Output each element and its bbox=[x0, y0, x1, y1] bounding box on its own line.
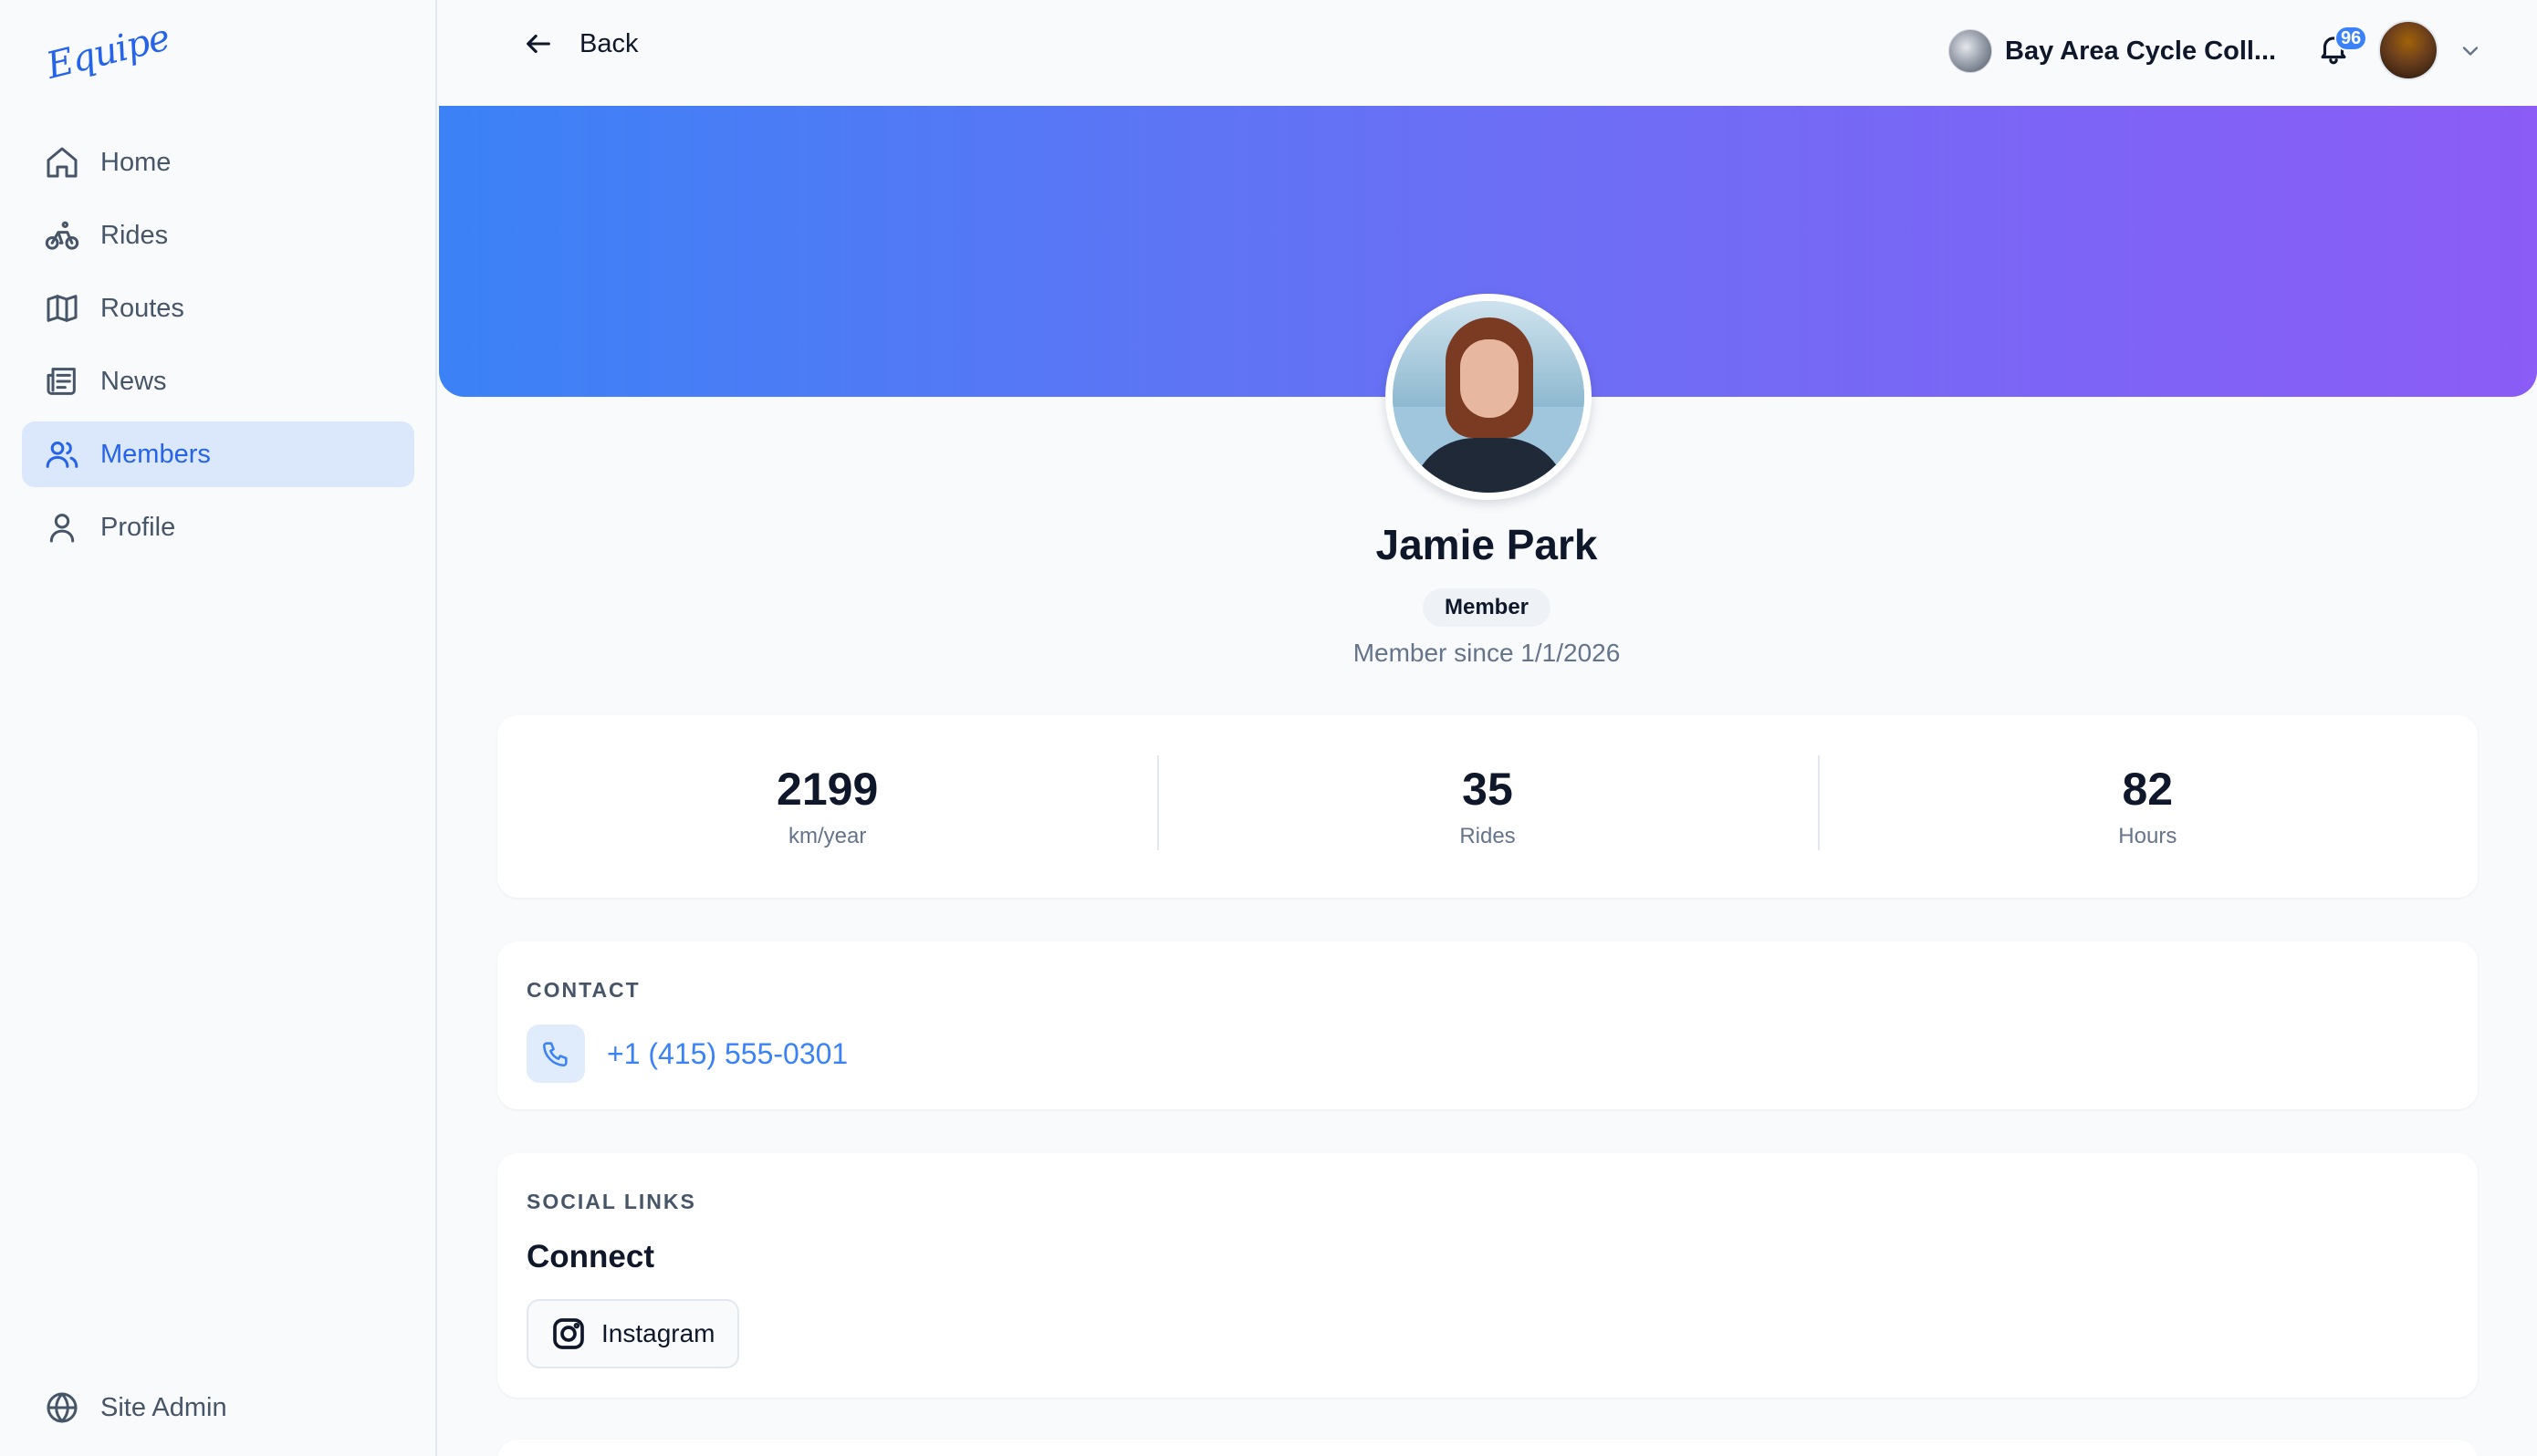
app-logo[interactable]: Equipe bbox=[42, 16, 173, 88]
stat-value: 2199 bbox=[777, 763, 879, 815]
back-label: Back bbox=[579, 28, 639, 58]
map-icon bbox=[44, 290, 80, 327]
sidebar-item-members[interactable]: Members bbox=[22, 421, 414, 487]
sidebar-item-label: Profile bbox=[100, 512, 176, 542]
users-icon bbox=[44, 436, 80, 473]
stat-label: Rides bbox=[1459, 823, 1516, 848]
sidebar-item-news[interactable]: News bbox=[22, 348, 414, 414]
home-icon bbox=[44, 144, 80, 181]
social-section-title: SOCIAL LINKS bbox=[527, 1190, 696, 1213]
user-icon bbox=[44, 509, 80, 546]
sidebar-item-home[interactable]: Home bbox=[22, 130, 414, 195]
sidebar-item-label: Home bbox=[100, 147, 172, 177]
back-button[interactable]: Back bbox=[523, 22, 638, 66]
user-menu-toggle[interactable] bbox=[2458, 38, 2483, 64]
connect-heading: Connect bbox=[527, 1239, 654, 1274]
newspaper-icon bbox=[44, 363, 80, 400]
user-avatar[interactable] bbox=[2378, 20, 2438, 80]
instagram-icon bbox=[553, 1318, 584, 1349]
sidebar-item-site-admin[interactable]: Site Admin bbox=[22, 1375, 414, 1440]
member-name: Jamie Park bbox=[1375, 521, 1598, 568]
sidebar-item-label: News bbox=[100, 366, 167, 396]
sidebar-item-rides[interactable]: Rides bbox=[22, 203, 414, 268]
stat-hours: 82 Hours bbox=[1817, 754, 2478, 850]
arrow-left-icon bbox=[527, 34, 550, 54]
bicycle-icon bbox=[44, 217, 80, 254]
contact-section-title: CONTACT bbox=[527, 978, 641, 1002]
phone-number: +1 (415) 555-0301 bbox=[607, 1036, 849, 1070]
stat-value: 35 bbox=[1462, 763, 1513, 815]
sidebar-footer: Site Admin bbox=[22, 1375, 414, 1448]
club-switcher[interactable]: Bay Area Cycle Coll... bbox=[1948, 27, 2276, 75]
stat-label: Hours bbox=[2118, 823, 2177, 848]
club-name: Bay Area Cycle Coll... bbox=[2005, 36, 2277, 66]
notification-count-badge: 96 bbox=[2334, 26, 2368, 51]
instagram-button[interactable]: Instagram bbox=[527, 1299, 739, 1368]
sidebar-item-label: Routes bbox=[100, 293, 184, 323]
next-card bbox=[497, 1440, 2478, 1456]
app: Equipe Home Rides Routes News Members Pr… bbox=[0, 0, 2537, 1456]
sidebar-item-label: Rides bbox=[100, 220, 169, 250]
stat-rides: 35 Rides bbox=[1157, 754, 1817, 850]
member-since: Member since 1/1/2026 bbox=[1352, 639, 1621, 667]
instagram-label: Instagram bbox=[601, 1319, 715, 1347]
club-avatar bbox=[1948, 29, 1992, 73]
social-links-card: SOCIAL LINKS Connect Instagram bbox=[497, 1153, 2478, 1398]
sidebar-item-label: Site Admin bbox=[100, 1392, 227, 1422]
stats-card: 2199 km/year 35 Rides 82 Hours bbox=[497, 715, 2478, 898]
sidebar-item-routes[interactable]: Routes bbox=[22, 276, 414, 341]
profile-avatar bbox=[1385, 294, 1592, 500]
sidebar-nav: Home Rides Routes News Members Profile bbox=[22, 130, 414, 567]
contact-card: CONTACT +1 (415) 555-0301 bbox=[497, 941, 2478, 1109]
top-bar: Back Bay Area Cycle Coll... 96 bbox=[439, 0, 2537, 106]
sidebar: Equipe Home Rides Routes News Members Pr… bbox=[0, 0, 437, 1456]
notifications-button[interactable]: 96 bbox=[2316, 26, 2368, 71]
stat-label: km/year bbox=[788, 823, 867, 848]
phone-icon bbox=[527, 1024, 585, 1083]
chevron-down-icon bbox=[2462, 47, 2479, 56]
globe-icon bbox=[44, 1389, 80, 1426]
sidebar-item-profile[interactable]: Profile bbox=[22, 494, 414, 560]
sidebar-item-label: Members bbox=[100, 439, 211, 469]
stat-value: 82 bbox=[2122, 763, 2174, 815]
role-badge: Member bbox=[1423, 588, 1550, 627]
phone-link[interactable]: +1 (415) 555-0301 bbox=[527, 1024, 848, 1083]
stat-distance: 2199 km/year bbox=[497, 764, 1157, 849]
